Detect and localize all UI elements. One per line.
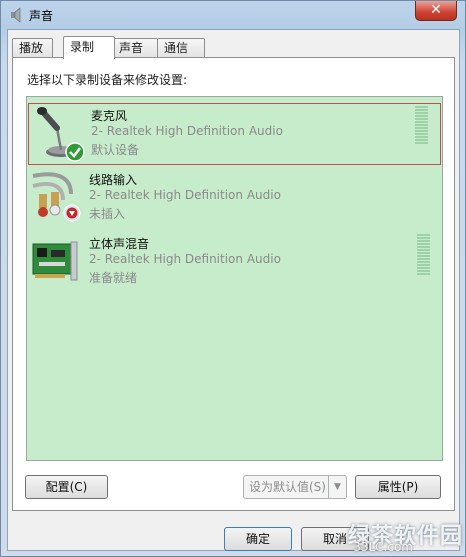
- device-item-microphone[interactable]: 麦克风 2- Realtek High Definition Audio 默认设…: [28, 103, 441, 165]
- title-bar[interactable]: 声音 ✕: [1, 1, 465, 29]
- properties-button[interactable]: 属性(P): [355, 475, 441, 499]
- chevron-down-icon[interactable]: ▼: [328, 476, 346, 498]
- device-status: 默认设备: [91, 143, 140, 157]
- configure-button[interactable]: 配置(C): [25, 475, 108, 499]
- level-meter: [417, 234, 430, 276]
- speaker-icon: [11, 7, 21, 23]
- tab-playback[interactable]: 播放: [12, 38, 53, 57]
- device-name: 麦克风: [91, 109, 128, 123]
- device-driver: 2- Realtek High Definition Audio: [89, 252, 281, 266]
- level-meter: [415, 106, 428, 145]
- unplugged-icon: [63, 204, 81, 222]
- device-driver: 2- Realtek High Definition Audio: [89, 188, 281, 202]
- device-list[interactable]: 麦克风 2- Realtek High Definition Audio 默认设…: [26, 96, 443, 461]
- ok-button[interactable]: 确定: [224, 527, 292, 551]
- close-button[interactable]: ✕: [415, 1, 457, 21]
- sound-dialog: 声音 ✕ 播放 录制 声音 通信 选择以下录制设备来修改设置: 麦克风 2- R…: [0, 0, 466, 557]
- device-item-line-in[interactable]: 线路输入 2- Realtek High Definition Audio 未插…: [27, 168, 442, 230]
- default-check-icon: [65, 142, 85, 162]
- tab-sounds[interactable]: 声音: [112, 38, 158, 57]
- window-title: 声音: [29, 9, 54, 23]
- sound-card-icon: [32, 241, 78, 281]
- set-default-button[interactable]: 设为默认值(S) ▼: [243, 475, 347, 499]
- device-name: 线路输入: [89, 173, 138, 187]
- set-default-label: 设为默认值(S): [249, 480, 326, 494]
- recording-panel: 选择以下录制设备来修改设置: 麦克风 2- Realtek High Defin…: [12, 57, 455, 511]
- device-status: 未插入: [89, 207, 126, 221]
- watermark-url: 33LC.com: [353, 540, 413, 554]
- device-name: 立体声混音: [89, 237, 150, 251]
- device-item-stereo-mix[interactable]: 立体声混音 2- Realtek High Definition Audio 准…: [27, 232, 442, 294]
- tab-communications[interactable]: 通信: [157, 38, 205, 57]
- instruction-text: 选择以下录制设备来修改设置:: [27, 73, 188, 87]
- device-status: 准备就绪: [89, 271, 138, 285]
- device-driver: 2- Realtek High Definition Audio: [91, 124, 283, 138]
- tab-recording[interactable]: 录制: [63, 36, 115, 59]
- dialog-client: 播放 录制 声音 通信 选择以下录制设备来修改设置: 麦克风 2- Realte…: [7, 29, 460, 551]
